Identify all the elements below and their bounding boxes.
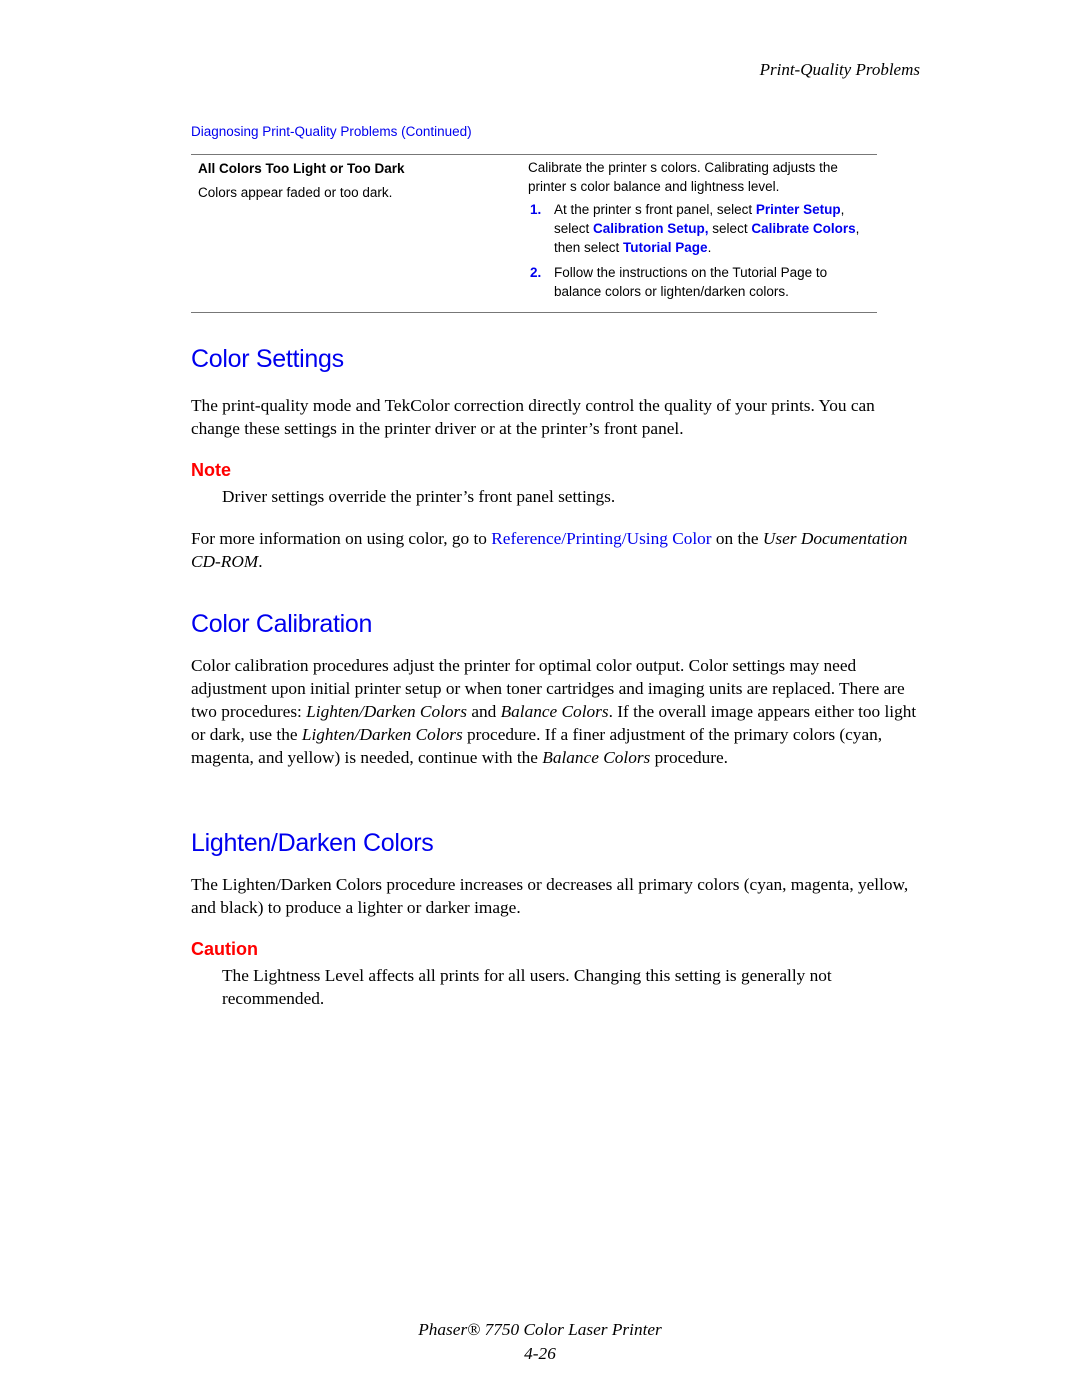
color-settings-paragraph: The print-quality mode and TekColor corr… — [191, 396, 875, 438]
menu-calibrate-colors: Calibrate Colors — [751, 221, 856, 236]
note-text: Driver settings override the printer’s f… — [222, 487, 616, 506]
caution-text: The Lightness Level affects all prints f… — [222, 966, 832, 1008]
reference-link[interactable]: Reference/Printing/Using Color — [491, 529, 711, 548]
step-2: 2. Follow the instructions on the Tutori… — [530, 265, 828, 299]
problem-description: Colors appear faded or too dark. — [198, 185, 393, 200]
step-number: 2. — [530, 265, 542, 280]
solution-intro: Calibrate the printer s colors. Calibrat… — [528, 160, 838, 194]
running-head: Print-Quality Problems — [759, 60, 920, 79]
more-info-paragraph: For more information on using color, go … — [191, 529, 908, 571]
step-number: 1. — [530, 202, 542, 217]
solution-steps: 1. At the printer s front panel, select … — [528, 200, 873, 301]
page-number: 4-26 — [524, 1344, 556, 1363]
caution-label: Caution — [191, 939, 258, 959]
heading-color-settings: Color Settings — [191, 345, 344, 373]
heading-color-calibration: Color Calibration — [191, 610, 373, 638]
menu-calibration-setup: Calibration Setup, — [593, 221, 709, 236]
solution-cell: Calibrate the printer s colors. Calibrat… — [528, 158, 873, 307]
note-label: Note — [191, 460, 231, 480]
footer-product: Phaser® 7750 Color Laser Printer — [418, 1320, 662, 1339]
menu-printer-setup: Printer Setup — [755, 202, 841, 217]
heading-lighten-darken: Lighten/Darken Colors — [191, 829, 434, 857]
table-bottom-rule — [191, 312, 877, 313]
problem-title: All Colors Too Light or Too Dark — [198, 161, 405, 176]
table-title: Diagnosing Print-Quality Problems (Conti… — [191, 124, 472, 139]
menu-tutorial-page: Tutorial Page — [623, 240, 708, 255]
step-1: 1. At the printer s front panel, select … — [530, 202, 860, 255]
table-top-rule — [191, 154, 877, 155]
color-calibration-paragraph: Color calibration procedures adjust the … — [191, 656, 917, 767]
lighten-darken-paragraph: The Lighten/Darken Colors procedure incr… — [191, 875, 909, 917]
